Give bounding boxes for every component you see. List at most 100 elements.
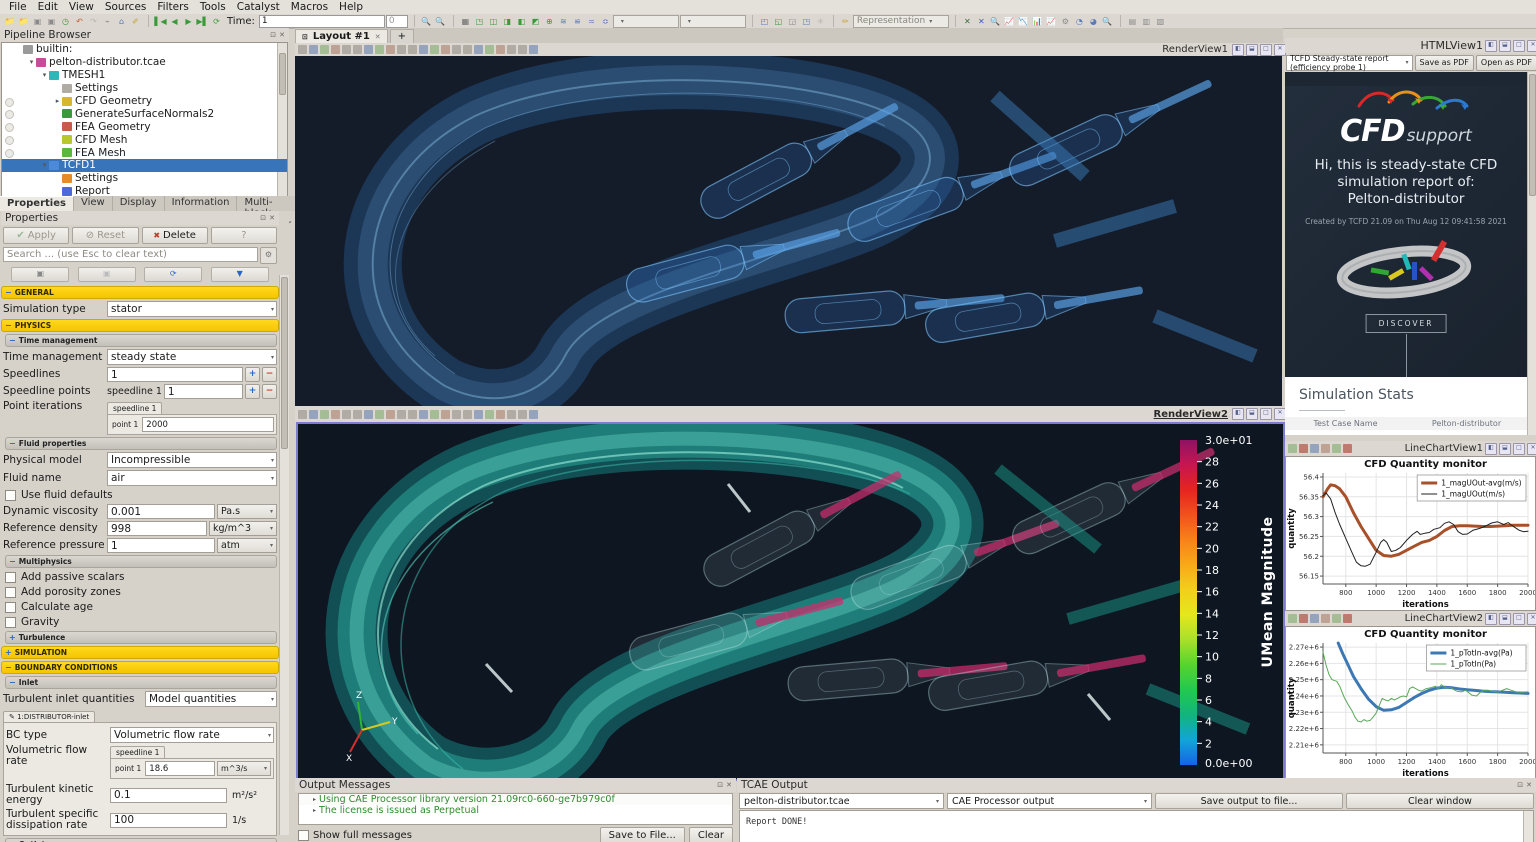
pipeline-item-fea-mesh[interactable]: FEA Mesh bbox=[2, 146, 287, 159]
tcae-output-titlebar[interactable]: TCAE Output ⊡ ✕ bbox=[737, 778, 1536, 792]
view-toolbar-icon[interactable] bbox=[320, 45, 329, 54]
glyph-icon[interactable]: ⊕ bbox=[543, 15, 556, 27]
section-turbulence[interactable]: + Turbulence bbox=[5, 631, 277, 644]
undock-icon[interactable]: ⊡ bbox=[717, 781, 723, 789]
clip-icon[interactable]: ◨ bbox=[501, 15, 514, 27]
annotation-icon[interactable]: ▥ bbox=[1140, 15, 1153, 27]
tcae-output-scrollbar[interactable] bbox=[1523, 811, 1533, 842]
first-frame-icon[interactable]: ▌◀ bbox=[154, 15, 167, 27]
section-physics[interactable]: − PHYSICS bbox=[1, 319, 279, 332]
view-toolbar-icon[interactable] bbox=[518, 409, 527, 419]
point-iterations-input[interactable]: 2000 bbox=[142, 417, 274, 432]
section-simulation[interactable]: + SIMULATION bbox=[1, 646, 279, 659]
menu-file[interactable]: File bbox=[4, 1, 32, 13]
delete-button[interactable]: ✖ Delete bbox=[141, 227, 208, 244]
menu-catalyst[interactable]: Catalyst bbox=[232, 1, 285, 13]
view-toolbar-icon[interactable] bbox=[331, 45, 340, 54]
representation-select[interactable]: Representation ▾ bbox=[852, 14, 949, 28]
properties-scrollbar[interactable] bbox=[279, 275, 289, 835]
search-options-gear-icon[interactable]: ⚙ bbox=[260, 247, 277, 264]
view-toolbar-icon[interactable] bbox=[419, 45, 428, 54]
view-toolbar-icon[interactable] bbox=[441, 45, 450, 54]
pipeline-item-tmesh1[interactable]: ▾ TMESH1 bbox=[2, 69, 287, 82]
report-select[interactable]: TCFD Steady-state report (efficiency pro… bbox=[1286, 54, 1413, 72]
save-as-pdf-button[interactable]: Save as PDF bbox=[1414, 54, 1474, 71]
tab-information[interactable]: Information bbox=[164, 196, 238, 211]
checkbox-add-porosity-zones[interactable]: Add porosity zones bbox=[5, 586, 275, 598]
view-toolbar-icon[interactable] bbox=[1332, 614, 1341, 623]
copy-properties-button[interactable]: ▣ bbox=[11, 267, 70, 282]
ruler-icon[interactable]: ▧ bbox=[1154, 15, 1167, 27]
output-messages-titlebar[interactable]: Output Messages ⊡ ✕ bbox=[295, 778, 736, 792]
menu-tools[interactable]: Tools bbox=[195, 1, 231, 13]
view-toolbar-icon[interactable] bbox=[1299, 614, 1308, 623]
colorbar[interactable]: 3.0e+010.0e+00246810121416182022242628 bbox=[1166, 430, 1261, 775]
close-view-button[interactable]: ✕ bbox=[1527, 39, 1536, 52]
time-index-input[interactable]: 0 bbox=[385, 14, 408, 28]
view-toolbar-icon[interactable] bbox=[507, 45, 516, 54]
contour-icon[interactable]: ≌ bbox=[571, 15, 584, 27]
view-toolbar-icon[interactable] bbox=[408, 409, 417, 419]
save-defaults-button[interactable]: ▼ bbox=[210, 267, 269, 282]
spreadsheet-icon[interactable]: ▦ bbox=[459, 15, 472, 27]
vol-flow-input[interactable]: 18.6 bbox=[145, 761, 215, 776]
section-multiphysics[interactable]: − Multiphysics bbox=[5, 555, 277, 568]
clear-messages-button[interactable]: Clear bbox=[688, 827, 733, 842]
split-vertical-button[interactable]: ⬓ bbox=[1246, 43, 1258, 56]
search-input[interactable]: Search ... (use Esc to clear text) bbox=[3, 247, 258, 262]
view-toolbar-icon[interactable] bbox=[342, 409, 351, 419]
pipeline-item-pelton-distributor-tcae[interactable]: ▾ pelton-distributor.tcae bbox=[2, 56, 287, 69]
slice-icon[interactable]: ◧ bbox=[515, 15, 528, 27]
view-toolbar-icon[interactable] bbox=[364, 409, 373, 419]
extract-icon[interactable]: ◫ bbox=[487, 15, 500, 27]
help-button[interactable]: ? bbox=[210, 227, 277, 244]
view-toolbar-icon[interactable] bbox=[386, 409, 395, 419]
view-toolbar-icon[interactable] bbox=[331, 409, 340, 419]
reset-camera-icon[interactable]: ✕ bbox=[961, 15, 974, 27]
reset-button[interactable]: ⊘ Reset bbox=[72, 227, 139, 244]
undo-icon[interactable]: ↶ bbox=[73, 15, 86, 27]
pipeline-item-fea-geometry[interactable]: FEA Geometry bbox=[2, 120, 287, 133]
view-toolbar-icon[interactable] bbox=[353, 409, 362, 419]
view-toolbar-icon[interactable] bbox=[496, 409, 505, 419]
tab-display[interactable]: Display bbox=[112, 196, 165, 211]
checkbox-gravity[interactable]: Gravity bbox=[5, 616, 275, 628]
view-toolbar-icon[interactable] bbox=[342, 45, 351, 54]
pipeline-item-cfd-mesh[interactable]: CFD Mesh bbox=[2, 133, 287, 146]
reset-range-icon[interactable]: ✳ bbox=[814, 15, 827, 27]
split-horizontal-button[interactable]: ◧ bbox=[1485, 442, 1497, 455]
point-iterations-tab[interactable]: speedline 1 bbox=[107, 402, 163, 414]
prev-frame-icon[interactable]: ◀ bbox=[168, 15, 181, 27]
view-toolbar-icon[interactable] bbox=[430, 45, 439, 54]
threshold-icon[interactable]: ◩ bbox=[529, 15, 542, 27]
view-toolbar-icon[interactable] bbox=[309, 45, 318, 54]
view-toolbar-icon[interactable] bbox=[441, 409, 450, 419]
split-horizontal-button[interactable]: ◧ bbox=[1485, 39, 1497, 52]
screenshot-icon[interactable]: ▣ bbox=[31, 15, 44, 27]
toolbar-select[interactable]: ▾ bbox=[679, 14, 746, 28]
view-toolbar-icon[interactable] bbox=[364, 45, 373, 54]
properties-titlebar[interactable]: Properties ⊡ ✕ bbox=[1, 211, 279, 225]
maximize-view-button[interactable]: □ bbox=[1513, 39, 1525, 52]
zoom-to-data-icon[interactable]: ✕ bbox=[975, 15, 988, 27]
open-file-icon[interactable]: 📁 bbox=[3, 15, 16, 27]
zoom-in-icon[interactable]: 🔍 bbox=[420, 15, 433, 27]
view-toolbar-icon[interactable] bbox=[309, 409, 318, 419]
tcae-output-type-select[interactable]: CAE Processor output ▾ bbox=[947, 793, 1152, 809]
text-icon[interactable]: ▤ bbox=[1126, 15, 1139, 27]
close-view-button[interactable]: ✕ bbox=[1527, 442, 1536, 455]
close-icon[interactable]: ✕ bbox=[726, 781, 732, 789]
split-vertical-button[interactable]: ⬓ bbox=[1499, 612, 1511, 625]
next-frame-icon[interactable]: ▶▌ bbox=[196, 15, 209, 27]
time-management-select[interactable]: steady state ▾ bbox=[107, 349, 277, 365]
view-toolbar-icon[interactable] bbox=[529, 45, 538, 54]
reference-density-unit-select[interactable]: kg/m^3 ▾ bbox=[209, 521, 277, 536]
checkbox-calculate-age[interactable]: Calculate age bbox=[5, 601, 275, 613]
section-boundary-conditions[interactable]: − BOUNDARY CONDITIONS bbox=[1, 661, 279, 674]
view-toolbar-icon[interactable] bbox=[474, 409, 483, 419]
undock-icon[interactable]: ⊡ bbox=[270, 31, 276, 39]
view-toolbar-icon[interactable] bbox=[1310, 614, 1319, 623]
fluid-name-select[interactable]: air ▾ bbox=[107, 470, 277, 486]
view-toolbar-icon[interactable] bbox=[1343, 614, 1352, 623]
view-toolbar-icon[interactable] bbox=[496, 45, 505, 54]
